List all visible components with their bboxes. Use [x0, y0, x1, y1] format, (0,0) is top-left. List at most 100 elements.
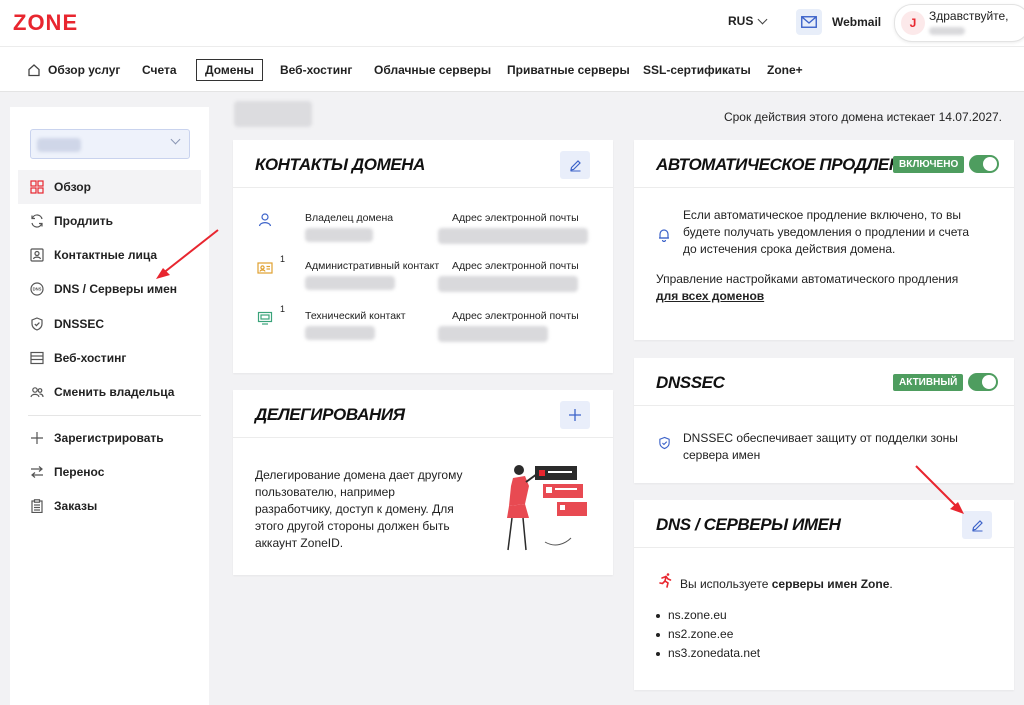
- username-blurred: [929, 27, 965, 35]
- user-menu[interactable]: J Здравствуйте,: [894, 4, 1024, 42]
- sidebar-item-transfer[interactable]: Перенос: [18, 455, 201, 489]
- contact-badge: 1: [280, 254, 286, 264]
- autorenew-description: Если автоматическое продление включено, …: [683, 208, 970, 256]
- card-header: DNSSEC АКТИВНЫЙ: [634, 358, 1014, 406]
- sidebar-item-label: Веб-хостинг: [54, 351, 127, 365]
- card-title: Автоматическое продление: [656, 155, 924, 174]
- nav-zone-plus[interactable]: Zone+: [767, 59, 803, 81]
- sidebar-item-overview[interactable]: Обзор: [18, 170, 201, 204]
- sidebar-item-change-owner[interactable]: Сменить владельца: [18, 375, 201, 409]
- nav-invoices[interactable]: Счета: [142, 59, 177, 81]
- sidebar-item-label: DNSSEC: [54, 317, 105, 331]
- nav-ssl[interactable]: SSL-сертификаты: [643, 59, 751, 81]
- nav-cloud-servers[interactable]: Облачные серверы: [374, 59, 491, 81]
- contact-type-label: Владелец домена: [305, 212, 394, 224]
- sidebar-item-renew[interactable]: Продлить: [18, 204, 201, 238]
- dnssec-toggle[interactable]: [968, 373, 999, 391]
- nameserver-usage-text: Вы используете серверы имен Zone.: [680, 577, 893, 591]
- main-nav: Обзор услуг Счета Домены Веб-хостинг Обл…: [0, 46, 1024, 92]
- refresh-icon: [30, 214, 44, 228]
- card-header: Автоматическое продление ВКЛЮЧЕНО: [634, 140, 1014, 188]
- grid-icon: [30, 180, 44, 194]
- contact-email-blurred: [438, 326, 548, 342]
- nameserver-list: ns.zone.eu ns2.zone.ee ns3.zonedata.net: [656, 606, 760, 663]
- server-icon: [30, 351, 44, 365]
- plus-icon: [30, 431, 44, 445]
- language-label: RUS: [728, 14, 754, 28]
- bell-icon: [659, 229, 669, 242]
- nameserver-usage-prefix: Вы используете: [680, 577, 769, 591]
- add-delegation-button[interactable]: [560, 401, 590, 429]
- transfer-icon: [30, 465, 44, 479]
- dns-icon: DNS: [30, 282, 44, 296]
- user-icon: [257, 212, 273, 228]
- card-header: Контакты домена: [233, 140, 613, 188]
- autorenew-toggle-group: ВКЛЮЧЕНО: [893, 155, 1000, 173]
- contact-icon: [30, 248, 44, 262]
- language-selector[interactable]: RUS: [728, 14, 768, 28]
- sidebar-item-label: Перенос: [54, 465, 105, 479]
- dnssec-toggle-group: АКТИВНЫЙ: [893, 373, 999, 391]
- sidebar-item-register[interactable]: Зарегистрировать: [18, 421, 201, 455]
- id-card-icon: [257, 260, 273, 276]
- autorenew-manage-text: Управление настройками автоматического п…: [656, 272, 959, 286]
- contacts-card: Контакты домена Владелец домена Адрес эл…: [233, 140, 613, 373]
- sidebar-item-dns[interactable]: DNS DNS / Серверы имен: [18, 272, 201, 306]
- domain-select[interactable]: [30, 129, 190, 159]
- nav-home-icon-wrap[interactable]: Обзор услуг: [27, 59, 120, 81]
- svg-text:DNS: DNS: [33, 287, 42, 292]
- nav-webhosting[interactable]: Веб-хостинг: [280, 59, 352, 81]
- contact-name-blurred: [305, 326, 375, 340]
- sidebar-item-webhosting[interactable]: Веб-хостинг: [18, 341, 201, 375]
- card-title: DNS / Серверы имен: [656, 515, 841, 534]
- domain-expiry-text: Срок действия этого домена истекает 14.0…: [723, 110, 1002, 124]
- card-title: Делегирования: [255, 405, 405, 424]
- sidebar-item-dnssec[interactable]: DNSSEC: [18, 307, 201, 341]
- list-item: ns2.zone.ee: [656, 625, 760, 644]
- sidebar-item-label: Контактные лица: [54, 248, 158, 262]
- avatar: J: [901, 11, 925, 35]
- webmail-link[interactable]: Webmail: [796, 9, 881, 35]
- sidebar: Обзор Продлить Контактные лица DNS DNS /…: [10, 107, 209, 705]
- monitor-icon: [257, 310, 273, 326]
- nameserver-usage-suffix: .: [889, 577, 893, 591]
- contact-type-label: Технический контакт: [305, 310, 406, 322]
- card-title: Контакты домена: [255, 155, 426, 174]
- domain-name-blurred: [234, 101, 312, 127]
- edit-dns-button[interactable]: [962, 511, 992, 539]
- pencil-icon: [569, 159, 581, 171]
- nav-overview: Обзор услуг: [48, 63, 121, 77]
- card-title: DNSSEC: [656, 373, 725, 392]
- autorenew-toggle[interactable]: [969, 155, 1000, 173]
- sidebar-item-orders[interactable]: Заказы: [18, 489, 201, 523]
- dns-card: DNS / Серверы имен Вы используете сервер…: [634, 500, 1014, 690]
- zone-logo[interactable]: ZONE: [13, 10, 78, 36]
- home-icon: [28, 64, 40, 77]
- nav-domains[interactable]: Домены: [196, 59, 263, 81]
- contact-email-blurred: [438, 276, 578, 292]
- edit-contacts-button[interactable]: [560, 151, 590, 179]
- users-icon: [30, 385, 44, 399]
- greeting-text: Здравствуйте,: [929, 9, 1009, 23]
- clipboard-icon: [30, 499, 44, 513]
- nav-private-servers[interactable]: Приватные серверы: [507, 59, 630, 81]
- shield-icon: [30, 317, 44, 331]
- delegations-card: Делегирования Делегирование домена дает …: [233, 390, 613, 575]
- sidebar-item-contacts[interactable]: Контактные лица: [18, 238, 201, 272]
- all-domains-link[interactable]: для всех доменов: [656, 289, 764, 303]
- contact-badge: 1: [280, 304, 286, 314]
- plus-icon: [569, 409, 581, 421]
- status-badge: АКТИВНЫЙ: [893, 373, 964, 391]
- domain-select-value-blurred: [37, 138, 81, 152]
- card-header: Делегирования: [233, 390, 613, 438]
- nameserver-usage-bold: серверы имен Zone: [771, 577, 890, 591]
- dnssec-description: DNSSEC обеспечивает защиту от подделки з…: [683, 431, 958, 462]
- sidebar-item-label: DNS / Серверы имен: [54, 282, 177, 296]
- mail-icon: [796, 9, 822, 35]
- contact-email-blurred: [438, 228, 588, 244]
- shield-icon: [659, 436, 670, 450]
- contact-name-blurred: [305, 276, 395, 290]
- pencil-icon: [971, 519, 983, 531]
- list-item: ns3.zonedata.net: [656, 644, 760, 663]
- sidebar-item-label: Обзор: [54, 180, 91, 194]
